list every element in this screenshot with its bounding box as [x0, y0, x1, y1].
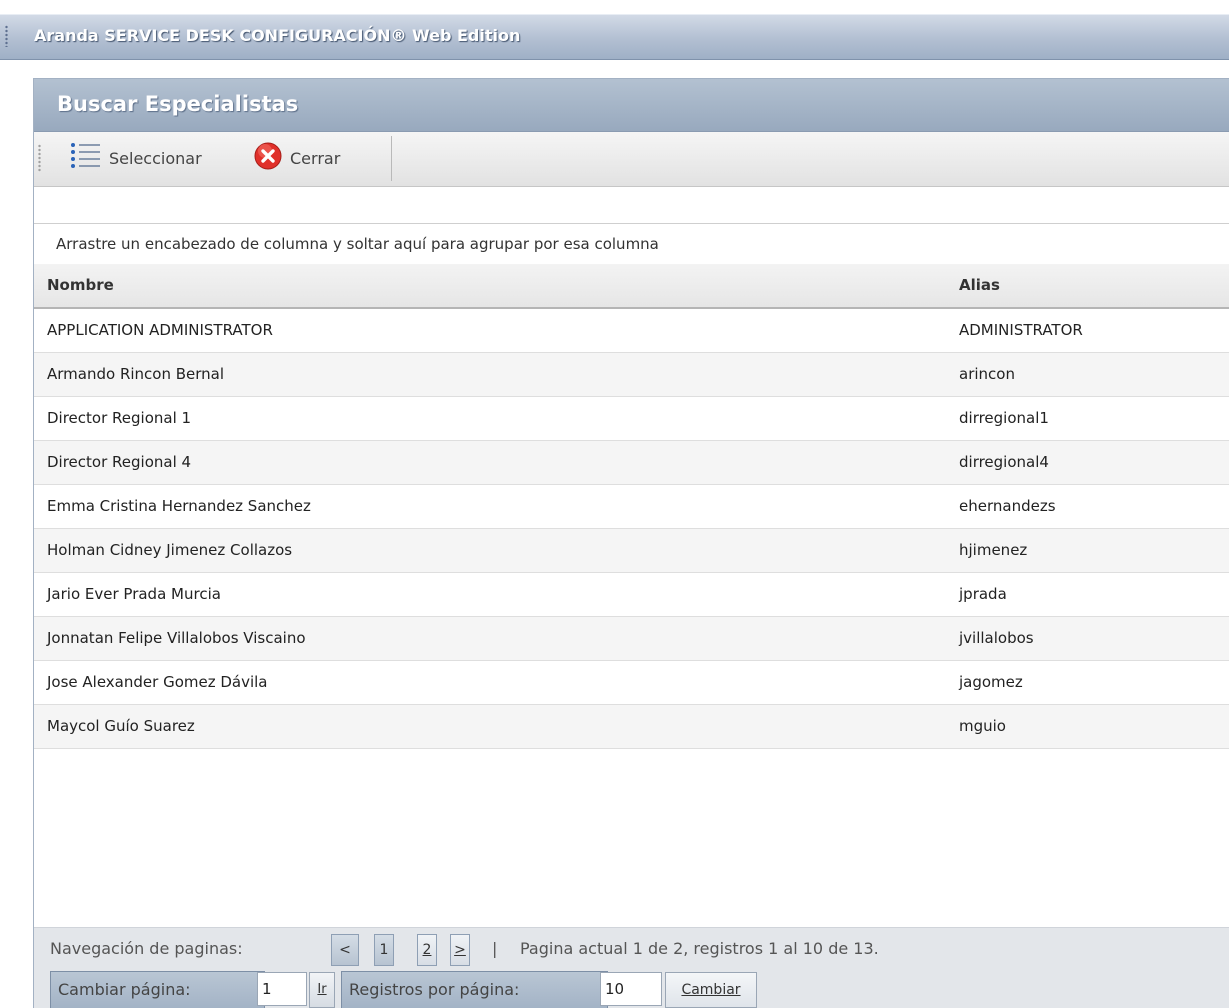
cell-alias: jprada — [959, 585, 1007, 603]
cell-name: Jonnatan Felipe Villalobos Viscaino — [47, 629, 306, 647]
previous-page-button[interactable]: < — [331, 934, 359, 966]
close-button-label: Cerrar — [290, 148, 341, 168]
table-row[interactable]: Armando Rincon Bernal arincon — [34, 353, 1229, 397]
column-header-alias[interactable]: Alias — [959, 276, 1000, 294]
table-row[interactable]: Jonnatan Felipe Villalobos Viscaino jvil… — [34, 617, 1229, 661]
table-row[interactable]: Director Regional 4 dirregional4 — [34, 441, 1229, 485]
page-info: Pagina actual 1 de 2, registros 1 al 10 … — [520, 939, 879, 958]
cell-alias: dirregional1 — [959, 409, 1049, 427]
cell-alias: arincon — [959, 365, 1015, 383]
panel-title: Buscar Especialistas — [57, 92, 299, 116]
panel-header: Buscar Especialistas — [34, 79, 1229, 132]
page-1-button[interactable]: 1 — [374, 934, 394, 966]
grid-header: Nombre Alias — [34, 264, 1229, 309]
table-row[interactable]: Director Regional 1 dirregional1 — [34, 397, 1229, 441]
table-row[interactable]: Holman Cidney Jimenez Collazos hjimenez — [34, 529, 1229, 573]
cell-alias: hjimenez — [959, 541, 1028, 559]
cell-name: Armando Rincon Bernal — [47, 365, 225, 383]
apply-per-page-button[interactable]: Cambiar — [665, 972, 757, 1008]
cell-alias: ADMINISTRATOR — [959, 321, 1083, 339]
cell-name: APPLICATION ADMINISTRATOR — [47, 321, 273, 339]
group-hint-text: Arrastre un encabezado de columna y solt… — [56, 235, 659, 253]
search-specialists-panel: Buscar Especialistas Seleccionar Cerrar … — [33, 78, 1229, 1008]
cell-name: Maycol Guío Suarez — [47, 717, 195, 735]
cell-alias: jvillalobos — [959, 629, 1034, 647]
table-row[interactable]: APPLICATION ADMINISTRATOR ADMINISTRATOR — [34, 309, 1229, 353]
change-page-input[interactable] — [257, 972, 307, 1006]
titlebar-grip — [5, 25, 8, 47]
app-titlebar: Aranda SERVICE DESK CONFIGURACIÓN® Web E… — [0, 14, 1229, 60]
table-row[interactable]: Jose Alexander Gomez Dávila jagomez — [34, 661, 1229, 705]
cell-name: Jose Alexander Gomez Dávila — [47, 673, 268, 691]
group-by-drop-area[interactable]: Arrastre un encabezado de columna y solt… — [34, 223, 1229, 265]
toolbar-grip[interactable] — [38, 144, 41, 172]
pager: Navegación de paginas: < 1 2 > | Pagina … — [34, 927, 1229, 1008]
pager-separator: | — [492, 939, 498, 958]
cell-alias: mguio — [959, 717, 1006, 735]
go-button[interactable]: Ir — [309, 972, 335, 1008]
list-select-icon — [68, 141, 102, 175]
records-per-page-label: Registros por página: — [341, 971, 608, 1008]
cell-name: Jario Ever Prada Murcia — [47, 585, 221, 603]
records-per-page-input[interactable] — [600, 972, 662, 1006]
select-button-label: Seleccionar — [109, 148, 202, 168]
cell-alias: ehernandezs — [959, 497, 1056, 515]
cell-alias: dirregional4 — [959, 453, 1049, 471]
close-icon — [253, 141, 283, 175]
grid-rows: APPLICATION ADMINISTRATOR ADMINISTRATOR … — [34, 309, 1229, 749]
next-page-link[interactable]: > — [450, 934, 470, 966]
change-page-label: Cambiar página: — [50, 971, 265, 1008]
page-2-link[interactable]: 2 — [417, 934, 437, 966]
table-row[interactable]: Emma Cristina Hernandez Sanchez ehernand… — [34, 485, 1229, 529]
cell-name: Holman Cidney Jimenez Collazos — [47, 541, 293, 559]
pager-nav-label: Navegación de paginas: — [50, 939, 243, 958]
toolbar-group: Seleccionar Cerrar — [38, 136, 392, 181]
close-button[interactable]: Cerrar — [253, 142, 340, 174]
cell-name: Director Regional 1 — [47, 409, 192, 427]
table-row[interactable]: Maycol Guío Suarez mguio — [34, 705, 1229, 749]
toolbar: Seleccionar Cerrar — [34, 132, 1229, 187]
table-row[interactable]: Jario Ever Prada Murcia jprada — [34, 573, 1229, 617]
cell-name: Director Regional 4 — [47, 453, 192, 471]
cell-name: Emma Cristina Hernandez Sanchez — [47, 497, 311, 515]
select-button[interactable]: Seleccionar — [68, 142, 202, 174]
cell-alias: jagomez — [959, 673, 1023, 691]
app-title: Aranda SERVICE DESK CONFIGURACIÓN® Web E… — [34, 26, 521, 45]
column-header-name[interactable]: Nombre — [47, 276, 114, 294]
